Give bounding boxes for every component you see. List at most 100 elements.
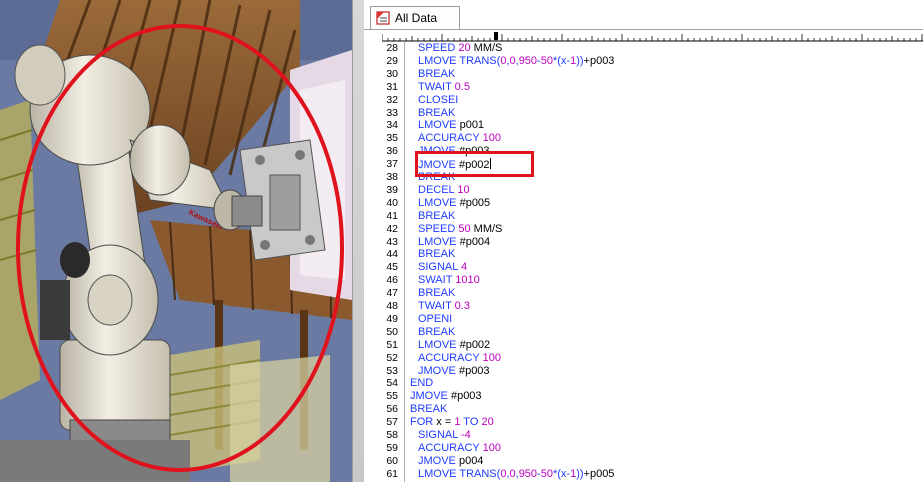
- code-token: 50: [540, 467, 553, 480]
- code-token: TWAIT: [418, 80, 455, 93]
- code-line[interactable]: ACCURACY 100: [418, 442, 501, 454]
- code-token: ACCURACY: [418, 351, 483, 364]
- code-line[interactable]: BREAK: [418, 210, 455, 222]
- program-editor: All Data 28 29 30 31 32 33 34 35 36 37 38 39 40 41 42 4…: [364, 0, 923, 482]
- line-number: 33: [386, 106, 398, 119]
- code-token: 100: [482, 132, 501, 145]
- code-line[interactable]: SIGNAL -4: [418, 429, 471, 441]
- line-number: 47: [386, 287, 398, 300]
- code-token: LMOVE: [418, 196, 460, 209]
- code-token: *(x-: [552, 54, 571, 67]
- code-line[interactable]: LMOVE TRANS(0,0,950-50*(x-1))+p005: [418, 468, 614, 480]
- code-line[interactable]: BREAK: [418, 248, 455, 260]
- code-token: SIGNAL: [418, 429, 461, 441]
- code-token: p004: [458, 454, 484, 467]
- tab-all-data[interactable]: All Data: [370, 6, 460, 30]
- document-icon: [376, 11, 390, 25]
- line-number: 39: [386, 183, 398, 196]
- ruler-marker[interactable]: [494, 32, 498, 40]
- code-token: 4: [461, 261, 468, 274]
- code-token: BREAK: [418, 67, 456, 80]
- line-number: 29: [386, 54, 398, 67]
- highlight-box: [415, 151, 534, 177]
- code-token: 950: [518, 467, 538, 480]
- code-token: JMOVE: [418, 364, 459, 377]
- line-number: 40: [386, 196, 398, 209]
- code-token: BREAK: [418, 106, 456, 119]
- code-token: x =: [436, 416, 455, 429]
- code-line[interactable]: CLOSEI: [418, 94, 458, 106]
- code-line[interactable]: BREAK: [418, 107, 455, 119]
- line-number: 28: [386, 42, 398, 54]
- code-line[interactable]: FOR x = 1 TO 20: [410, 416, 494, 428]
- code-token: OPENI: [418, 312, 453, 325]
- code-line[interactable]: LMOVE p001: [418, 119, 484, 131]
- line-number: 59: [386, 441, 398, 454]
- code-line[interactable]: SPEED 20 MM/S: [418, 42, 502, 54]
- line-number: 36: [386, 145, 398, 158]
- code-line[interactable]: TWAIT 0.3: [418, 300, 470, 312]
- code-token: 50: [540, 54, 553, 67]
- line-number: 48: [386, 300, 398, 312]
- code-token: LMOVE TRANS(: [418, 467, 501, 480]
- line-number-gutter: 28 29 30 31 32 33 34 35 36 37 38 39 40 41 42 43 44 45 46 47…: [364, 42, 404, 482]
- line-number: 34: [386, 119, 398, 132]
- code-token: FOR: [410, 416, 437, 429]
- code-line[interactable]: END: [410, 377, 433, 389]
- code-line[interactable]: JMOVE #p003: [410, 390, 482, 402]
- code-line[interactable]: DECEL 10: [418, 184, 470, 196]
- code-line[interactable]: TWAIT 0.5: [418, 81, 470, 93]
- line-number: 46: [386, 274, 398, 287]
- code-line[interactable]: BREAK: [418, 326, 455, 338]
- code-token: JMOVE: [410, 390, 451, 403]
- code-token: +p003: [583, 54, 615, 67]
- code-line[interactable]: ACCURACY 100: [418, 352, 501, 364]
- code-token: SIGNAL: [418, 261, 461, 274]
- code-line[interactable]: LMOVE #p005: [418, 197, 490, 209]
- line-number: 32: [386, 93, 398, 106]
- code-token: BREAK: [418, 248, 456, 261]
- code-token: #p005: [459, 196, 491, 209]
- code-token: END: [410, 377, 434, 390]
- code-token: #p004: [459, 235, 491, 248]
- code-token: 0.5: [454, 80, 470, 93]
- line-number: 49: [386, 312, 398, 325]
- code-token: BREAK: [418, 209, 456, 222]
- code-token: 10: [457, 183, 470, 196]
- code-line[interactable]: SIGNAL 4: [418, 261, 467, 273]
- line-number: 37: [386, 158, 398, 171]
- code-line[interactable]: SWAIT 1010: [418, 274, 480, 286]
- code-line[interactable]: LMOVE #p002: [418, 339, 490, 351]
- code-token: BREAK: [418, 287, 456, 300]
- line-number: 43: [386, 235, 398, 248]
- code-token: CLOSEI: [418, 93, 459, 106]
- code-token: 0.3: [454, 300, 470, 312]
- code-token: 100: [482, 351, 501, 364]
- code-line[interactable]: LMOVE #p004: [418, 236, 490, 248]
- code-token: )): [576, 54, 584, 67]
- code-line[interactable]: BREAK: [418, 287, 455, 299]
- code-line[interactable]: SPEED 50 MM/S: [418, 223, 502, 235]
- code-line[interactable]: JMOVE #p003: [418, 365, 490, 377]
- code-line[interactable]: BREAK: [410, 403, 447, 415]
- code-line[interactable]: BREAK: [418, 68, 455, 80]
- code-line[interactable]: LMOVE TRANS(0,0,950-50*(x-1))+p003: [418, 55, 614, 67]
- line-number: 30: [386, 67, 398, 80]
- line-number: 54: [386, 377, 398, 390]
- line-number: 56: [386, 403, 398, 416]
- code-token: BREAK: [410, 403, 448, 416]
- column-ruler: [382, 32, 923, 42]
- code-token: ACCURACY: [418, 132, 483, 145]
- code-line[interactable]: ACCURACY 100: [418, 132, 501, 144]
- code-token: TWAIT: [418, 300, 455, 312]
- code-token: *(x-: [552, 467, 571, 480]
- code-text-area[interactable]: SPEED 20 MM/S LMOVE TRANS(0,0,950-50*(x-1…: [404, 42, 923, 482]
- code-line[interactable]: OPENI: [418, 313, 452, 325]
- code-token: LMOVE: [418, 235, 460, 248]
- line-number: 55: [386, 390, 398, 403]
- code-line[interactable]: JMOVE p004: [418, 455, 483, 467]
- line-number: 38: [386, 171, 398, 183]
- robot-scene: Kawasaki: [0, 0, 352, 482]
- robot-3d-viewport[interactable]: Kawasaki: [0, 0, 353, 482]
- code-token: 950: [518, 54, 538, 67]
